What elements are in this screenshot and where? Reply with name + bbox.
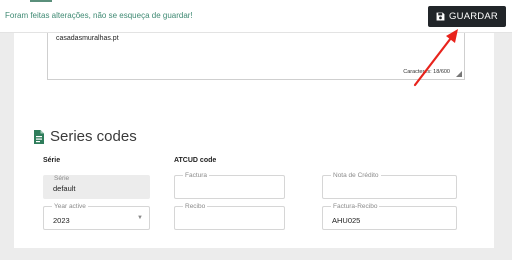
recibo-field[interactable]: Recibo xyxy=(174,203,285,230)
top-notification-bar: Foram feitas alterações, não se esqueça … xyxy=(0,0,512,33)
factura-recibo-value: AHU025 xyxy=(332,216,361,225)
save-button[interactable]: GUARDAR xyxy=(428,6,506,27)
factura-recibo-label: Factura-Recibo xyxy=(331,203,380,211)
document-icon xyxy=(34,129,44,144)
save-button-label: GUARDAR xyxy=(449,11,498,22)
top-accent-line xyxy=(30,0,52,2)
description-text: casadasmuralhas.pt xyxy=(56,35,119,42)
resize-grip-icon[interactable] xyxy=(456,71,462,77)
recibo-label: Recibo xyxy=(183,203,208,211)
description-textarea[interactable]: casadasmuralhas.pt Caracteres: 18/600 xyxy=(47,33,465,80)
atcud-column-label: ATCUD code xyxy=(174,157,217,164)
nota-credito-label: Nota de Crédito xyxy=(331,172,381,180)
serie-field-value: default xyxy=(53,184,76,193)
year-active-select[interactable]: Year active 2023 ▼ xyxy=(43,203,150,230)
serie-column-label: Série xyxy=(43,157,61,164)
serie-field-label: Série xyxy=(54,175,70,182)
series-codes-title: Series codes xyxy=(50,128,137,145)
year-active-value: 2023 xyxy=(53,216,70,225)
floppy-disk-icon xyxy=(436,12,445,21)
chevron-down-icon: ▼ xyxy=(137,215,143,221)
series-codes-header: Series codes xyxy=(34,128,137,145)
serie-field[interactable]: Série default xyxy=(43,175,150,199)
factura-label: Factura xyxy=(183,172,210,180)
nota-credito-field[interactable]: Nota de Crédito xyxy=(322,172,457,199)
factura-recibo-field[interactable]: Factura-Recibo AHU025 xyxy=(322,203,457,230)
unsaved-changes-notice: Foram feitas alterações, não se esqueça … xyxy=(5,11,193,20)
year-active-label: Year active xyxy=(52,203,88,211)
character-counter: Caracteres: 18/600 xyxy=(403,69,450,75)
factura-field[interactable]: Factura xyxy=(174,172,285,199)
